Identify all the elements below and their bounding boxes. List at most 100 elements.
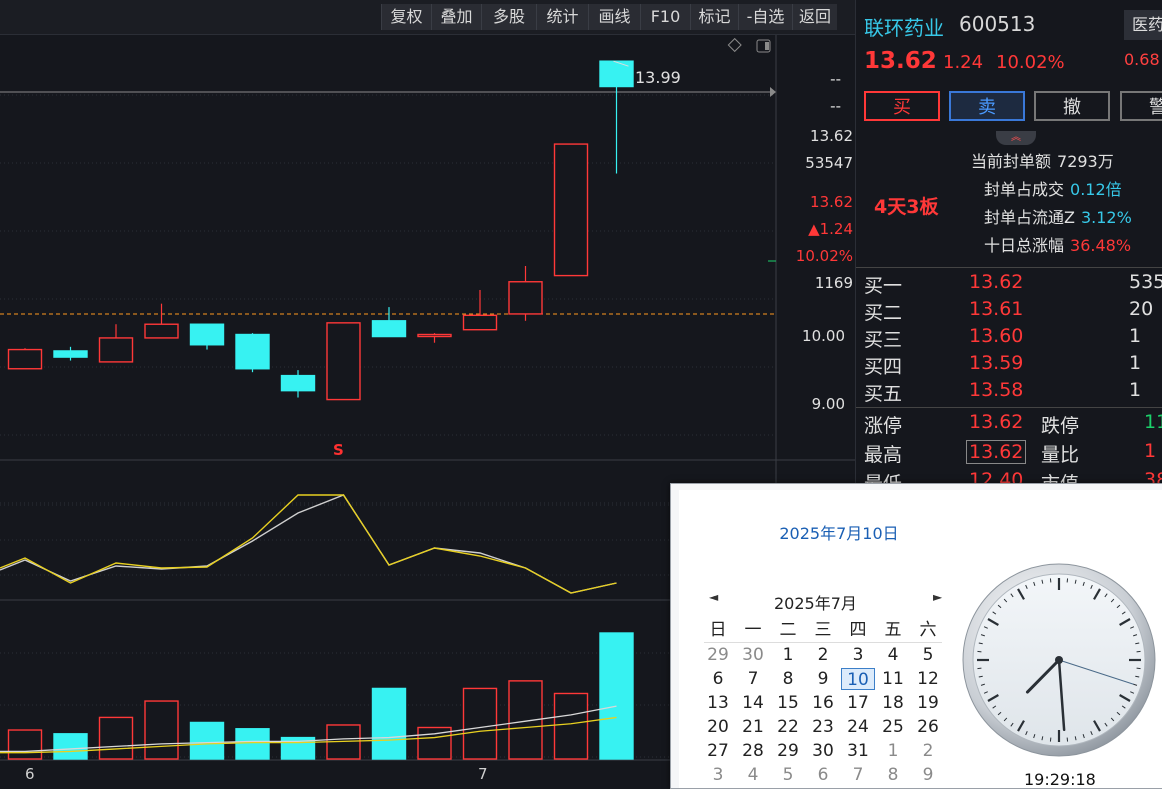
calendar-day[interactable]: 3	[841, 644, 875, 666]
prev-month-icon[interactable]: ◄	[709, 590, 718, 604]
calendar-day[interactable]: 6	[701, 668, 735, 690]
candle-body	[600, 61, 633, 86]
analog-clock	[959, 560, 1159, 760]
toolbar-button-2[interactable]: 多股	[481, 4, 536, 30]
calendar-day[interactable]: 21	[736, 716, 770, 738]
toolbar-button-1[interactable]: 叠加	[431, 4, 481, 30]
orderbook-row[interactable]: 买三13.601	[864, 325, 1162, 352]
toolbar-button-4[interactable]: 画线	[588, 4, 640, 30]
candle-body	[464, 315, 497, 329]
candle-body	[145, 324, 178, 338]
toolbar-button-5[interactable]: F10	[640, 4, 690, 30]
calendar-day[interactable]: 13	[701, 692, 735, 714]
calendar-day[interactable]: 11	[876, 668, 910, 690]
calendar-day[interactable]: 6	[806, 764, 840, 786]
calendar-day[interactable]: 9	[806, 668, 840, 690]
seal-info-label: 十日总涨幅	[984, 236, 1064, 255]
calendar-day[interactable]: 19	[911, 692, 945, 714]
orderbook-row[interactable]: 买五13.581	[864, 379, 1162, 406]
seal-info-row: 十日总涨幅 36.48%	[984, 232, 1131, 256]
calendar-day[interactable]: 8	[876, 764, 910, 786]
calendar-day[interactable]: 12	[911, 668, 945, 690]
calendar-day[interactable]: 9	[911, 764, 945, 786]
calendar-day[interactable]: 8	[771, 668, 805, 690]
volume-bar	[9, 730, 42, 759]
calendar-day[interactable]: 2	[806, 644, 840, 666]
volume-bar	[373, 688, 406, 759]
axis-quote-pct: 10.02%	[778, 247, 853, 265]
candle-body	[282, 376, 315, 391]
seal-info-row: 封单占流通Z3.12%	[984, 204, 1132, 228]
calendar-day[interactable]: 4	[876, 644, 910, 666]
calendar-day[interactable]: 17	[841, 692, 875, 714]
limit-streak: 4天3板	[874, 192, 938, 219]
calendar-day[interactable]: 20	[701, 716, 735, 738]
toolbar-button-0[interactable]: 复权	[381, 4, 431, 30]
next-month-icon[interactable]: ►	[933, 590, 942, 604]
calendar-day[interactable]: 27	[701, 740, 735, 762]
calendar-day[interactable]: 16	[806, 692, 840, 714]
orderbook-row[interactable]: 买一13.62535	[864, 271, 1162, 298]
sector-badge[interactable]: 医药	[1124, 10, 1162, 40]
calendar-day[interactable]: 5	[771, 764, 805, 786]
calendar-day[interactable]: 15	[771, 692, 805, 714]
calendar-day[interactable]: 29	[771, 740, 805, 762]
stat-value: 1	[1144, 440, 1156, 462]
axis-current-price: 13.62	[778, 127, 853, 145]
calendar-day[interactable]: 28	[736, 740, 770, 762]
orderbook-price: 13.61	[969, 298, 1023, 320]
calendar-day[interactable]: 29	[701, 644, 735, 666]
calendar-day-today[interactable]: 10	[841, 668, 875, 690]
collapse-tab-icon[interactable]: ︽	[996, 131, 1036, 145]
toolbar-button-7[interactable]: -自选	[738, 4, 792, 30]
orderbook-price: 13.59	[969, 352, 1023, 374]
calendar-day[interactable]: 3	[701, 764, 735, 786]
seal-info-row: 当前封单额7293万	[971, 148, 1114, 172]
axis-quote-change: ▲1.24	[778, 220, 853, 238]
calendar-day[interactable]: 24	[841, 716, 875, 738]
price-change-pct: 10.02%	[996, 52, 1065, 73]
price-change: 1.24	[943, 52, 983, 73]
orderbook-volume: 20	[1129, 298, 1153, 320]
calendar-day[interactable]: 31	[841, 740, 875, 762]
weekday-header: 四	[841, 619, 875, 641]
calendar-month-label[interactable]: 2025年7月	[774, 590, 857, 614]
sell-button[interactable]: 卖	[949, 91, 1025, 121]
stock-name[interactable]: 联环药业	[864, 12, 944, 41]
seal-info-value: 36.48%	[1070, 236, 1131, 255]
calendar-day[interactable]: 22	[771, 716, 805, 738]
calendar-full-date[interactable]: 2025年7月10日	[679, 520, 999, 544]
calendar-day[interactable]: 1	[876, 740, 910, 762]
stat-label: 最高	[864, 440, 902, 467]
calendar-day[interactable]: 26	[911, 716, 945, 738]
orderbook-price: 13.58	[969, 379, 1023, 401]
toolbar-button-6[interactable]: 标记	[690, 4, 738, 30]
calendar-day[interactable]: 30	[806, 740, 840, 762]
calendar-day[interactable]: 7	[736, 668, 770, 690]
candle-body	[54, 351, 87, 357]
buy-button[interactable]: 买	[864, 91, 940, 121]
calendar-day[interactable]: 23	[806, 716, 840, 738]
sell-signal-label: S	[333, 441, 344, 459]
calendar-day[interactable]: 7	[841, 764, 875, 786]
calendar-day[interactable]: 5	[911, 644, 945, 666]
toolbar-button-3[interactable]: 统计	[536, 4, 588, 30]
orderbook-row[interactable]: 买二13.6120	[864, 298, 1162, 325]
cancel-button[interactable]: 撤	[1034, 91, 1110, 121]
candle-body	[555, 144, 588, 276]
calendar-day[interactable]: 14	[736, 692, 770, 714]
volume-bar	[54, 734, 87, 759]
orderbook-row[interactable]: 买四13.591	[864, 352, 1162, 379]
toolbar-button-8[interactable]: 返回	[792, 4, 837, 30]
calendar-day[interactable]: 25	[876, 716, 910, 738]
calendar-day[interactable]: 30	[736, 644, 770, 666]
calendar-day[interactable]: 2	[911, 740, 945, 762]
x-label-july: 7	[478, 765, 488, 783]
calendar-day[interactable]: 1	[771, 644, 805, 666]
calendar-day[interactable]: 4	[736, 764, 770, 786]
alert-button[interactable]: 警	[1120, 91, 1162, 121]
diamond-icon	[728, 39, 741, 52]
x-label-june: 6	[25, 765, 35, 783]
calendar-day[interactable]: 18	[876, 692, 910, 714]
stat-label: 涨停	[864, 411, 902, 438]
